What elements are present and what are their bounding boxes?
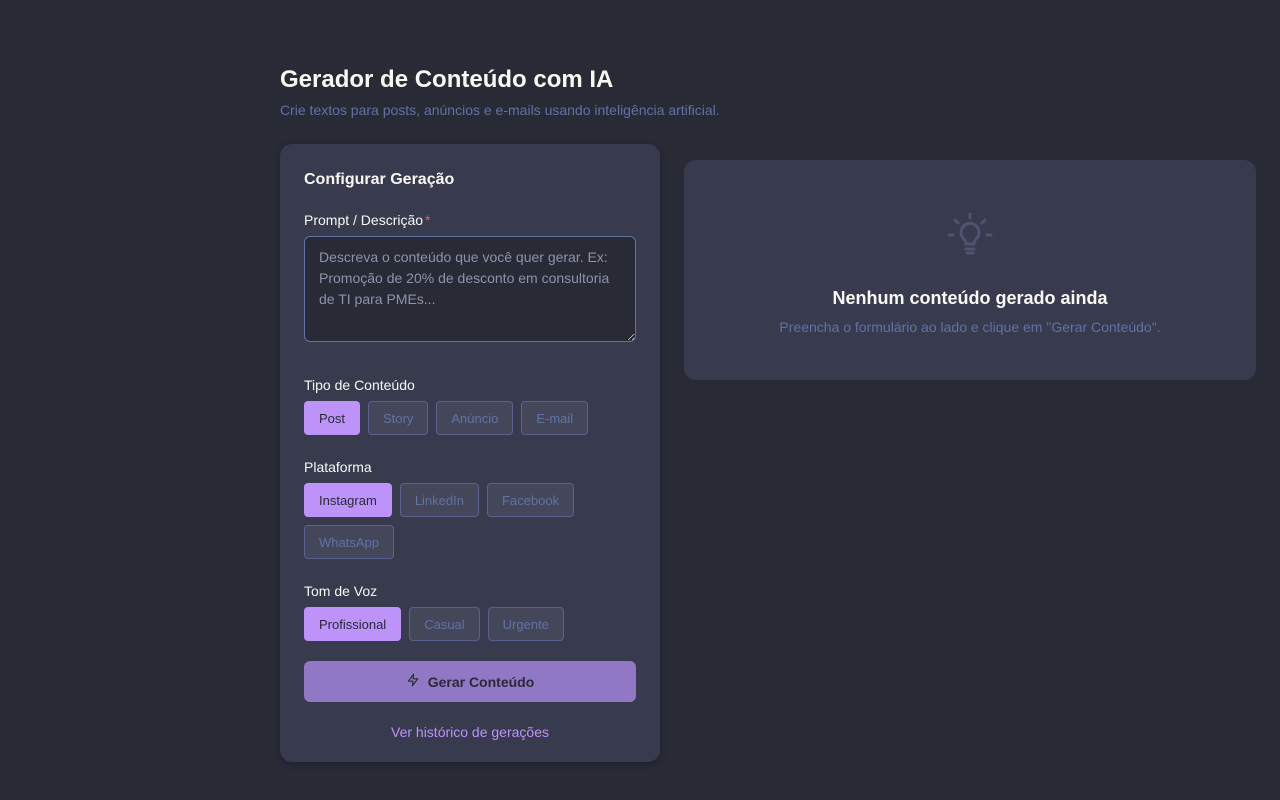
lightning-icon: [406, 672, 420, 691]
content-type-email[interactable]: E-mail: [521, 401, 589, 435]
platform-facebook[interactable]: Facebook: [486, 483, 575, 517]
platform-instagram[interactable]: Instagram: [304, 483, 392, 517]
platform-label: Plataforma: [304, 459, 372, 475]
empty-state-title: Nenhum conteúdo gerado ainda: [832, 288, 1108, 308]
config-panel: Configurar Geração Prompt / Descrição* T…: [280, 144, 660, 762]
content-type-group: Tipo de Conteúdo Post Story Anúncio E-ma…: [304, 375, 636, 435]
tone-urgente[interactable]: Urgente: [487, 607, 564, 641]
lightbulb-icon: [946, 212, 994, 265]
generate-content-button[interactable]: Gerar Conteúdo: [304, 661, 636, 702]
platform-whatsapp[interactable]: WhatsApp: [304, 525, 394, 559]
content-type-story[interactable]: Story: [368, 401, 429, 435]
content-type-anuncio[interactable]: Anúncio: [436, 401, 514, 435]
history-link[interactable]: Ver histórico de gerações: [304, 722, 636, 742]
required-marker: *: [425, 212, 431, 228]
tone-label: Tom de Voz: [304, 583, 378, 599]
config-title: Configurar Geração: [304, 171, 455, 188]
prompt-label-text: Prompt / Descrição: [304, 212, 424, 228]
tone-group: Tom de Voz Profissional Casual Urgente: [304, 581, 636, 641]
generate-content-label: Gerar Conteúdo: [427, 673, 535, 690]
content-type-post[interactable]: Post: [304, 401, 361, 435]
page-header: Gerador de Conteúdo com IA Crie textos p…: [280, 64, 720, 120]
output-panel: Nenhum conteúdo gerado ainda Preencha o …: [684, 160, 1256, 380]
page-subtitle: Crie textos para posts, anúncios e e-mai…: [280, 102, 720, 118]
page-title: Gerador de Conteúdo com IA: [280, 66, 614, 93]
platform-linkedin[interactable]: LinkedIn: [399, 483, 479, 517]
tone-options: Profissional Casual Urgente: [304, 607, 636, 641]
content-type-label: Tipo de Conteúdo: [304, 377, 415, 393]
empty-state-subtitle: Preencha o formulário ao lado e clique e…: [779, 319, 1161, 335]
content-type-options: Post Story Anúncio E-mail: [304, 401, 636, 435]
tone-casual[interactable]: Casual: [409, 607, 480, 641]
prompt-label: Prompt / Descrição *: [304, 210, 636, 230]
tone-profissional[interactable]: Profissional: [304, 607, 402, 641]
prompt-field-group: Prompt / Descrição *: [304, 210, 636, 347]
prompt-input[interactable]: [304, 236, 636, 342]
platform-options: Instagram LinkedIn Facebook WhatsApp: [304, 483, 636, 559]
platform-group: Plataforma Instagram LinkedIn Facebook W…: [304, 457, 636, 559]
